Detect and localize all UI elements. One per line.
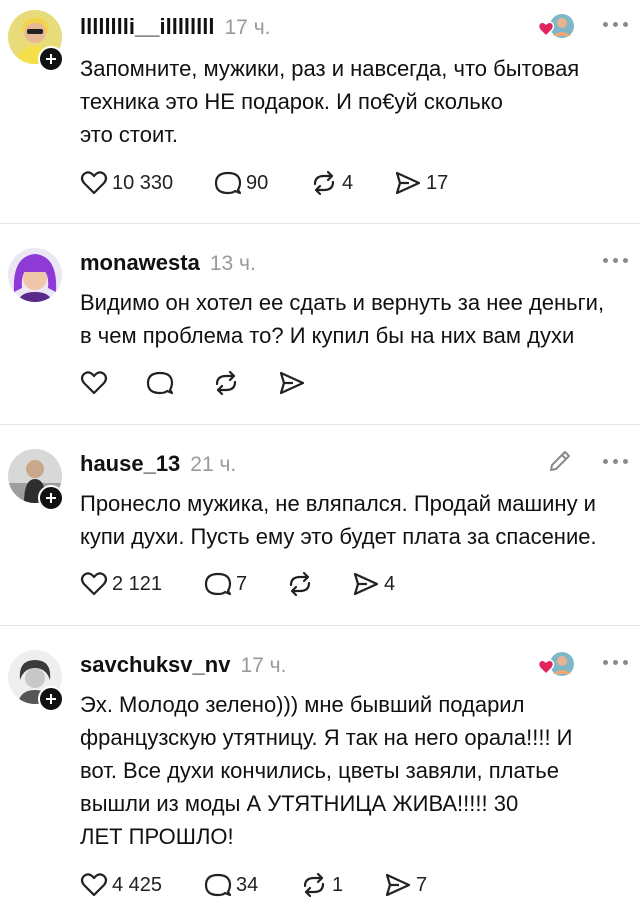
share-count: 7 — [416, 873, 428, 896]
share-button[interactable] — [278, 370, 310, 396]
post-1: lllllllli__illllllll 17 ч. Запомните, му… — [0, 0, 640, 223]
repost-button[interactable] — [286, 571, 352, 597]
comment-button[interactable]: 90 — [214, 170, 310, 196]
follow-plus-icon[interactable] — [38, 46, 64, 72]
post-text: Запомните, мужики, раз и навсегда, что б… — [80, 56, 580, 147]
comment-button[interactable]: 7 — [204, 571, 286, 597]
comment-icon — [214, 171, 242, 195]
like-button[interactable]: 10 330 — [80, 170, 214, 196]
username[interactable]: monawesta — [80, 250, 200, 276]
follow-plus-icon[interactable] — [38, 686, 64, 712]
heart-icon — [80, 371, 108, 395]
repost-icon — [313, 170, 335, 196]
post-header: monawesta 13 ч. — [80, 250, 256, 276]
repost-count: 4 — [342, 171, 354, 194]
share-count: 4 — [384, 572, 396, 595]
post-time: 13 ч. — [209, 252, 256, 275]
repost-button[interactable]: 4 — [310, 170, 394, 196]
more-icon[interactable] — [603, 459, 628, 464]
post-actions: 4 425 34 1 7 — [80, 872, 427, 898]
share-count: 17 — [426, 171, 449, 194]
username[interactable]: savchuksv_nv — [80, 652, 230, 678]
post-actions: 10 330 90 4 17 — [80, 170, 448, 196]
like-button[interactable] — [80, 370, 146, 396]
share-icon — [385, 873, 411, 897]
heart-icon — [80, 171, 108, 195]
repost-count: 1 — [332, 873, 344, 896]
repost-icon — [289, 571, 311, 597]
post-header: lllllllli__illllllll 17 ч. — [80, 14, 270, 40]
comment-icon — [204, 873, 232, 897]
like-count: 2 121 — [112, 572, 163, 595]
more-icon[interactable] — [603, 660, 628, 665]
share-icon — [395, 171, 421, 195]
post-4: savchuksv_nv 17 ч. Эх. Молодо зелено))) … — [0, 626, 640, 910]
repost-button[interactable] — [212, 370, 278, 396]
like-button[interactable]: 2 121 — [80, 571, 204, 597]
repost-button[interactable]: 1 — [300, 872, 384, 898]
comment-count: 34 — [236, 873, 259, 896]
username[interactable]: lllllllli__illllllll — [80, 14, 215, 40]
post-text: Видимо он хотел ее сдать и вернуть за не… — [80, 290, 605, 348]
share-icon — [279, 371, 305, 395]
post-2: monawesta 13 ч. Видимо он хотел ее сдать… — [0, 224, 640, 424]
post-header: savchuksv_nv 17 ч. — [80, 652, 286, 678]
avatar-image — [8, 248, 62, 302]
comment-icon — [204, 572, 232, 596]
more-icon[interactable] — [603, 258, 628, 263]
comment-count: 90 — [246, 171, 269, 194]
avatar[interactable] — [8, 248, 62, 302]
repost-icon — [215, 370, 237, 396]
like-count: 10 330 — [112, 171, 174, 194]
post-actions — [80, 370, 310, 396]
share-button[interactable]: 7 — [384, 872, 427, 898]
post-actions: 2 121 7 4 — [80, 571, 395, 597]
post-time: 17 ч. — [240, 654, 287, 677]
post-time: 21 ч. — [190, 453, 237, 476]
liked-by-author-icon — [536, 650, 578, 678]
like-count: 4 425 — [112, 873, 163, 896]
share-icon — [353, 572, 379, 596]
liked-by-author-icon — [536, 12, 578, 40]
share-button[interactable]: 17 — [394, 170, 448, 196]
post-text: Пронесло мужика, не вляпался. Продай маш… — [80, 491, 597, 549]
username[interactable]: hause_13 — [80, 451, 180, 477]
heart-icon — [80, 873, 108, 897]
comment-icon — [146, 371, 174, 395]
comment-count: 7 — [236, 572, 248, 595]
heart-icon — [80, 572, 108, 596]
like-button[interactable]: 4 425 — [80, 872, 204, 898]
post-text: Эх. Молодо зелено))) мне бывший подарил … — [80, 692, 573, 849]
share-button[interactable]: 4 — [352, 571, 395, 597]
repost-icon — [303, 872, 325, 898]
post-time: 17 ч. — [224, 16, 271, 39]
edit-pencil-icon[interactable] — [546, 447, 574, 475]
comment-button[interactable]: 34 — [204, 872, 300, 898]
post-3: hause_13 21 ч. Пронесло мужика, не вляпа… — [0, 425, 640, 625]
follow-plus-icon[interactable] — [38, 485, 64, 511]
post-header: hause_13 21 ч. — [80, 451, 236, 477]
comment-button[interactable] — [146, 370, 212, 396]
more-icon[interactable] — [603, 22, 628, 27]
